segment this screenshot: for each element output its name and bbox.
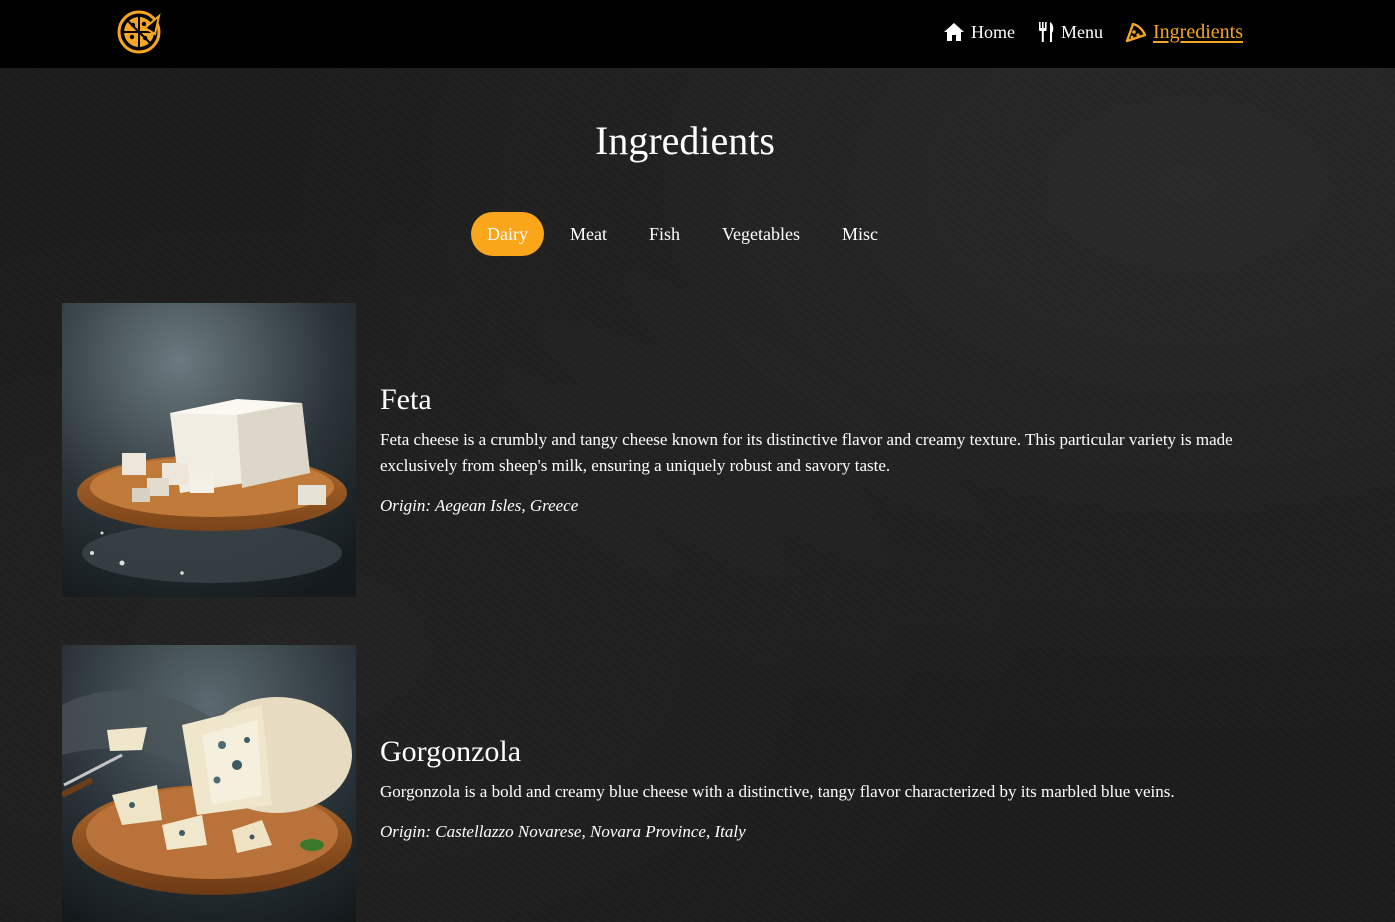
nav-menu[interactable]: Menu: [1037, 21, 1103, 43]
ingredient-details: Feta Feta cheese is a crumbly and tangy …: [380, 383, 1280, 516]
ingredient-card: Feta Feta cheese is a crumbly and tangy …: [62, 303, 1302, 597]
nav-ingredients[interactable]: Ingredients: [1125, 21, 1243, 44]
tab-vegetables[interactable]: Vegetables: [706, 212, 816, 256]
nav-home-label: Home: [971, 21, 1016, 42]
gorgonzola-image: [62, 645, 356, 922]
ingredient-origin: Origin: Castellazzo Novarese, Novara Pro…: [380, 822, 746, 841]
home-icon: [944, 23, 965, 41]
ingredient-name: Feta: [380, 383, 432, 416]
navbar: Home Menu Ingredients: [0, 0, 1395, 68]
pizza-slice-icon: [1125, 22, 1147, 43]
ingredient-name: Gorgonzola: [380, 735, 522, 768]
nav-home[interactable]: Home: [943, 22, 1015, 43]
tab-meat[interactable]: Meat: [554, 212, 623, 256]
main-nav: Home Menu Ingredients: [921, 18, 1243, 46]
nav-ingredients-label: Ingredients: [1153, 20, 1243, 43]
fork-knife-icon: [1039, 22, 1054, 42]
tab-misc[interactable]: Misc: [826, 212, 894, 256]
ingredient-description: Gorgonzola is a bold and creamy blue che…: [380, 782, 1175, 801]
ingredient-details: Gorgonzola Gorgonzola is a bold and crea…: [380, 735, 1280, 842]
ingredient-card: Gorgonzola Gorgonzola is a bold and crea…: [62, 645, 1302, 922]
ingredient-description: Feta cheese is a crumbly and tangy chees…: [380, 430, 1233, 475]
tab-fish[interactable]: Fish: [633, 212, 696, 256]
category-tabs: Dairy Meat Fish Vegetables Misc: [471, 212, 904, 256]
page-title: Ingredients: [595, 118, 775, 163]
feta-image: [62, 303, 356, 597]
tab-dairy[interactable]: Dairy: [471, 212, 544, 256]
ingredient-origin: Origin: Aegean Isles, Greece: [380, 496, 579, 515]
nav-menu-label: Menu: [1061, 21, 1104, 42]
pizza-logo-icon[interactable]: [115, 8, 163, 56]
